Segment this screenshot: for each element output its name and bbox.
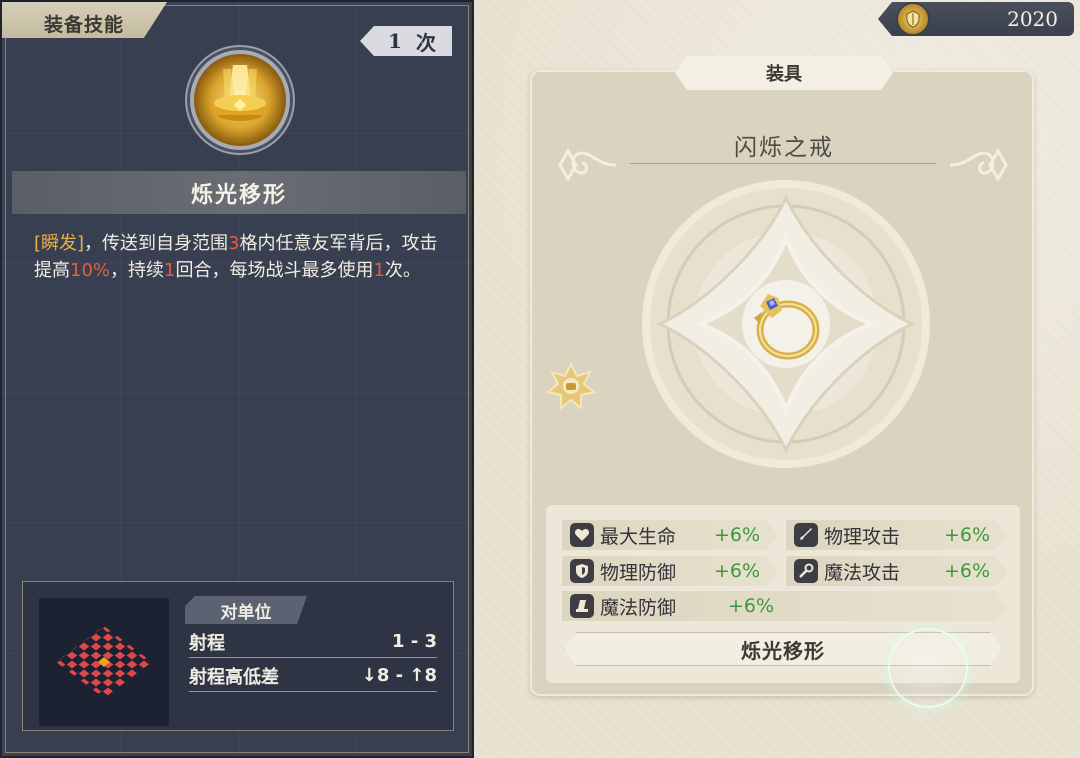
usage-count-badge: 1 次 (360, 26, 452, 56)
touch-indicator (888, 628, 968, 708)
equipment-header: 装具 (675, 56, 893, 90)
height-diff-label: 射程高低差 (189, 666, 279, 688)
equipped-skill-panel: 装备技能 1 次 烁光移形 [瞬发]，传送到自身范围3格内任意友军背后，攻击提高… (0, 0, 474, 758)
wand-icon (794, 559, 818, 583)
skill-name: 烁光移形 (12, 171, 466, 214)
title-divider (630, 163, 936, 164)
flourish-left-icon (558, 147, 617, 183)
target-type-label: 对单位 (185, 596, 307, 624)
height-diff-value: ↓8 - ↑8 (361, 665, 437, 686)
range-value: 1 - 3 (391, 631, 437, 652)
ring-icon (754, 294, 820, 360)
coin-icon (896, 2, 930, 36)
stat-physical-attack: 物理攻击 +6% (786, 520, 1008, 550)
skill-range-box: 对单位 射程 1 - 3 射程高低差 ↓8 - ↑8 (22, 581, 454, 731)
range-row: 射程 1 - 3 (189, 626, 437, 658)
height-diff-row: 射程高低差 ↓8 - ↑8 (189, 660, 437, 692)
equipment-name: 闪烁之戒 (734, 135, 834, 161)
star-badge-icon[interactable] (546, 362, 596, 412)
usage-count-value: 1 (388, 29, 402, 53)
stat-max-hp: 最大生命 +6% (562, 520, 778, 550)
skill-icon (190, 50, 290, 150)
heart-icon (570, 523, 594, 547)
range-diamond-icon (56, 626, 152, 698)
sword-icon (794, 523, 818, 547)
stat-magic-defense: 魔法防御 +6% (562, 591, 1008, 621)
shield-icon (570, 559, 594, 583)
flourish-right-icon (949, 147, 1008, 183)
stat-physical-defense: 物理防御 +6% (562, 556, 778, 586)
hat-icon (570, 594, 594, 618)
golden-ring-burst-icon (214, 65, 266, 121)
skill-description: [瞬发]，传送到自身范围3格内任意友军背后，攻击提高10%，持续1回合，每场战斗… (34, 233, 438, 281)
range-preview-grid (39, 598, 169, 726)
stat-magic-attack: 魔法攻击 +6% (786, 556, 1008, 586)
instant-tag: [瞬发] (34, 233, 85, 254)
currency-amount: 2020 (1007, 7, 1058, 31)
range-label: 射程 (189, 632, 225, 654)
usage-count-unit: 次 (415, 30, 436, 55)
panel-tab-title: 装备技能 (2, 2, 167, 38)
